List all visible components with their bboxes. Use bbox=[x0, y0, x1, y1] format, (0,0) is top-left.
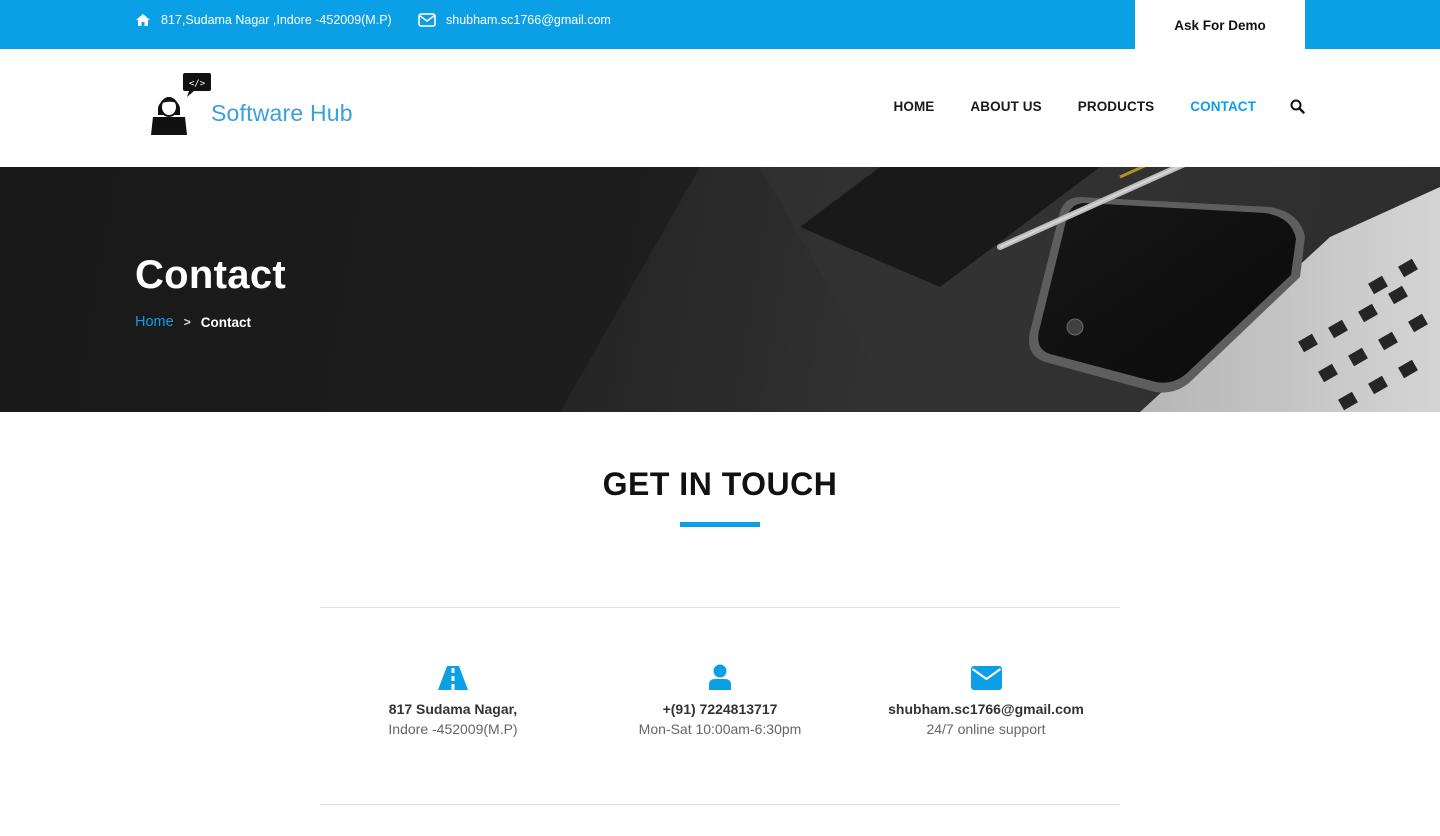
nav-about-us[interactable]: ABOUT US bbox=[970, 99, 1041, 114]
search-icon bbox=[1290, 99, 1305, 114]
breadcrumb: Home > Contact bbox=[135, 314, 251, 330]
title-underline bbox=[680, 522, 760, 527]
site-header: </> Software Hub HOME ABOUT US PRODUCTS … bbox=[0, 49, 1440, 167]
page-hero: Contact Home > Contact bbox=[0, 167, 1440, 412]
contact-phone-card: +(91) 7224813717 Mon-Sat 10:00am-6:30pm bbox=[587, 662, 853, 740]
nav-products[interactable]: PRODUCTS bbox=[1078, 99, 1155, 114]
contact-hours: Mon-Sat 10:00am-6:30pm bbox=[638, 721, 802, 737]
logo-mark-icon: </> bbox=[151, 73, 211, 135]
nav-home[interactable]: HOME bbox=[894, 99, 935, 114]
contact-address-line2: Indore -452009(M.P) bbox=[388, 721, 518, 737]
contact-email[interactable]: shubham.sc1766@gmail.com bbox=[853, 700, 1119, 718]
breadcrumb-separator: > bbox=[183, 315, 191, 329]
main-nav: HOME ABOUT US PRODUCTS CONTACT bbox=[858, 99, 1305, 114]
divider-top bbox=[320, 607, 1120, 608]
svg-text:</>: </> bbox=[189, 79, 206, 89]
road-icon bbox=[320, 662, 586, 690]
topbar-address: 817,Sudama Nagar ,Indore -452009(M.P) bbox=[135, 13, 392, 27]
divider-bottom bbox=[320, 804, 1120, 805]
breadcrumb-home-link[interactable]: Home bbox=[135, 314, 174, 330]
ask-for-demo-button[interactable]: Ask For Demo bbox=[1135, 0, 1305, 52]
envelope-icon bbox=[853, 662, 1119, 690]
contact-address-line1: 817 Sudama Nagar, bbox=[388, 701, 518, 717]
topbar-email[interactable]: shubham.sc1766@gmail.com bbox=[418, 13, 611, 27]
user-icon bbox=[587, 662, 853, 690]
topbar-address-text: 817,Sudama Nagar ,Indore -452009(M.P) bbox=[161, 13, 392, 27]
contact-support: 24/7 online support bbox=[926, 721, 1046, 737]
contact-address-card: 817 Sudama Nagar, Indore -452009(M.P) bbox=[320, 662, 586, 740]
nav-contact[interactable]: CONTACT bbox=[1190, 99, 1256, 114]
site-logo[interactable]: </> Software Hub bbox=[145, 71, 353, 137]
breadcrumb-current: Contact bbox=[200, 314, 251, 330]
page-title: Contact bbox=[135, 253, 286, 297]
brand-name: Software Hub bbox=[211, 100, 353, 126]
contact-phone[interactable]: +(91) 7224813717 bbox=[587, 700, 853, 718]
envelope-icon bbox=[418, 13, 436, 27]
top-info-bar: 817,Sudama Nagar ,Indore -452009(M.P) sh… bbox=[0, 0, 1440, 52]
home-icon bbox=[136, 14, 150, 26]
section-title: GET IN TOUCH bbox=[602, 466, 838, 502]
topbar-email-text[interactable]: shubham.sc1766@gmail.com bbox=[446, 13, 611, 27]
search-button[interactable] bbox=[1290, 99, 1305, 114]
contact-email-card: shubham.sc1766@gmail.com 24/7 online sup… bbox=[853, 662, 1119, 740]
